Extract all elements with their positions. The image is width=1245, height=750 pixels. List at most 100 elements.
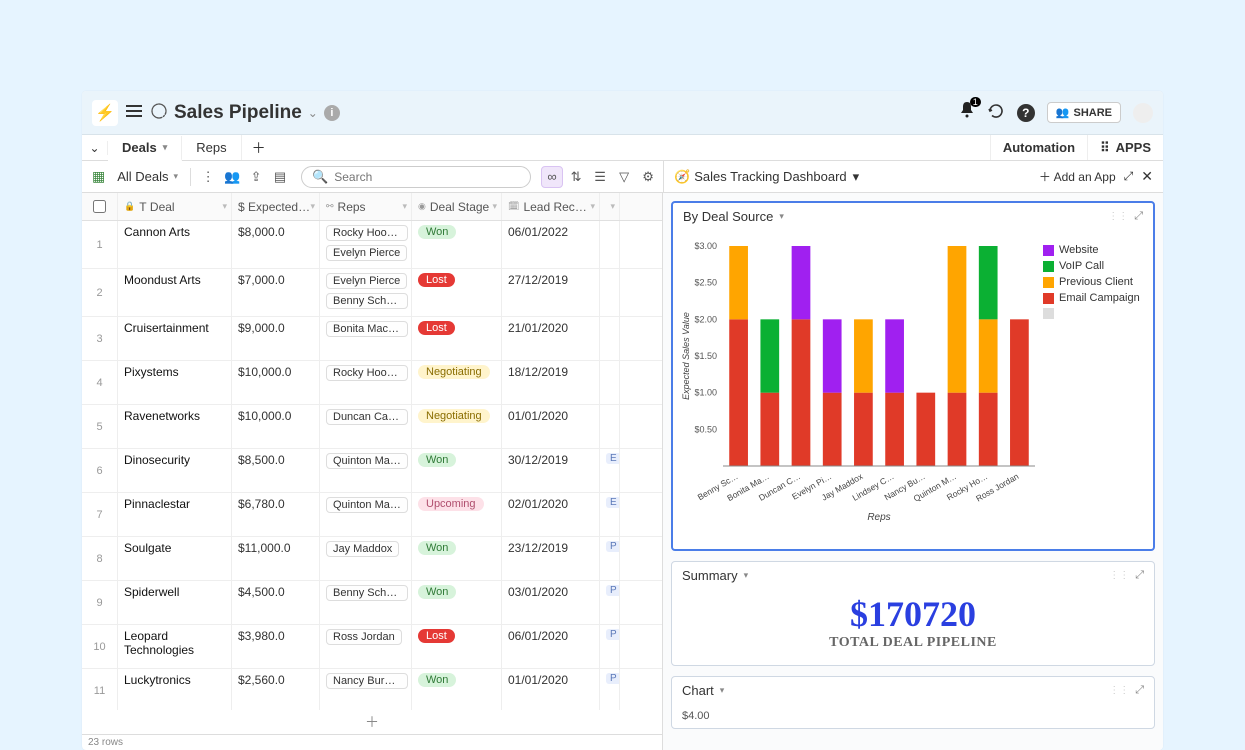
history-icon[interactable] bbox=[987, 102, 1005, 123]
table-row[interactable]: 8 Soulgate $11,000.0 Jay Maddox Won 23/1… bbox=[82, 537, 662, 581]
cell-date[interactable]: 27/12/2019 bbox=[502, 269, 600, 316]
table-row[interactable]: 4 Pixystems $10,000.0 Rocky Hooper Negot… bbox=[82, 361, 662, 405]
cell-stage[interactable]: Upcoming bbox=[412, 493, 502, 536]
share-button[interactable]: 👥 SHARE bbox=[1047, 102, 1121, 123]
apps-button[interactable]: ⠿ APPS bbox=[1087, 135, 1163, 160]
search-input-wrapper[interactable]: 🔍 bbox=[301, 166, 531, 188]
column-header-expected[interactable]: $ Expected … ▾ bbox=[232, 193, 320, 220]
cell-date[interactable]: 03/01/2020 bbox=[502, 581, 600, 624]
group-icon[interactable]: ☰ bbox=[589, 166, 611, 188]
notifications-bell-icon[interactable]: 1 bbox=[959, 101, 975, 124]
column-header-source[interactable]: ▾ bbox=[600, 193, 620, 220]
export-icon[interactable]: ⇪ bbox=[245, 166, 267, 188]
expand-icon[interactable]: ⤢ bbox=[1135, 684, 1144, 697]
cell-source[interactable] bbox=[600, 269, 620, 316]
cell-deal[interactable]: Leopard Technologies bbox=[118, 625, 232, 668]
cell-deal[interactable]: Spiderwell bbox=[118, 581, 232, 624]
drag-handle-icon[interactable]: ⋮⋮ bbox=[1109, 570, 1129, 581]
rep-chip[interactable]: Ross Jordan bbox=[326, 629, 402, 645]
column-header-stage[interactable]: ◉ Deal Stage ▾ bbox=[412, 193, 502, 220]
search-input[interactable] bbox=[334, 170, 520, 184]
table-row[interactable]: 10 Leopard Technologies $3,980.0 Ross Jo… bbox=[82, 625, 662, 669]
cell-stage[interactable]: Won bbox=[412, 221, 502, 268]
rep-chip[interactable]: Rocky Hooper bbox=[326, 365, 408, 381]
collapse-left-chevron[interactable]: ⌄ bbox=[82, 141, 108, 155]
rep-chip[interactable]: Rocky Hooper bbox=[326, 225, 408, 241]
cell-reps[interactable]: Duncan Castro bbox=[320, 405, 412, 448]
dashboard-card-summary[interactable]: Summary ▾ ⋮⋮ ⤢ $170720 TOTAL DEAL PIPELI… bbox=[671, 561, 1155, 666]
cell-stage[interactable]: Negotiating bbox=[412, 361, 502, 404]
rep-chip[interactable]: Evelyn Pierce bbox=[326, 245, 407, 261]
cell-stage[interactable]: Won bbox=[412, 581, 502, 624]
cell-expected[interactable]: $10,000.0 bbox=[232, 361, 320, 404]
cell-date[interactable]: 30/12/2019 bbox=[502, 449, 600, 492]
cell-expected[interactable]: $7,000.0 bbox=[232, 269, 320, 316]
cell-stage[interactable]: Negotiating bbox=[412, 405, 502, 448]
chevron-down-icon[interactable]: ▾ bbox=[779, 211, 784, 222]
collaborator-icon[interactable]: 👥 bbox=[221, 166, 243, 188]
column-header-deal[interactable]: 🔒 T Deal ▾ bbox=[118, 193, 232, 220]
cell-deal[interactable]: Dinosecurity bbox=[118, 449, 232, 492]
chevron-down-icon[interactable]: ▾ bbox=[402, 201, 407, 212]
cell-source[interactable]: P bbox=[600, 669, 620, 710]
cell-deal[interactable]: Pinnaclestar bbox=[118, 493, 232, 536]
drag-handle-icon[interactable]: ⋮⋮ bbox=[1108, 211, 1128, 222]
table-row[interactable]: 6 Dinosecurity $8,500.0 Quinton Marti… W… bbox=[82, 449, 662, 493]
filter-icon[interactable]: ▽ bbox=[613, 166, 635, 188]
rep-chip[interactable]: Nancy Burnett bbox=[326, 673, 408, 689]
cell-date[interactable]: 06/01/2020 bbox=[502, 625, 600, 668]
cell-date[interactable]: 21/01/2020 bbox=[502, 317, 600, 360]
column-header-reps[interactable]: ⚯ Reps ▾ bbox=[320, 193, 412, 220]
cell-date[interactable]: 06/01/2022 bbox=[502, 221, 600, 268]
chevron-down-icon[interactable]: ▾ bbox=[610, 201, 615, 212]
expand-icon[interactable]: ⤢ bbox=[1124, 169, 1134, 184]
table-row[interactable]: 7 Pinnaclestar $6,780.0 Quinton Marti… U… bbox=[82, 493, 662, 537]
cell-stage[interactable]: Won bbox=[412, 669, 502, 710]
dashboard-card-chart2[interactable]: Chart ▾ ⋮⋮ ⤢ $4.00 bbox=[671, 676, 1155, 729]
sort-icon[interactable]: ⇅ bbox=[565, 166, 587, 188]
card-view-icon[interactable]: ▤ bbox=[269, 166, 291, 188]
cell-source[interactable]: E bbox=[600, 449, 620, 492]
cell-reps[interactable]: Bonita Macdo… bbox=[320, 317, 412, 360]
tab-deals[interactable]: Deals▾ bbox=[108, 136, 182, 161]
more-icon[interactable]: ⋮ bbox=[197, 166, 219, 188]
cell-deal[interactable]: Moondust Arts bbox=[118, 269, 232, 316]
cell-expected[interactable]: $6,780.0 bbox=[232, 493, 320, 536]
cell-expected[interactable]: $2,560.0 bbox=[232, 669, 320, 710]
rep-chip[interactable]: Benny Schwartz bbox=[326, 293, 408, 309]
cell-deal[interactable]: Cruisertainment bbox=[118, 317, 232, 360]
cell-source[interactable]: E bbox=[600, 493, 620, 536]
table-row[interactable]: 1 Cannon Arts $8,000.0 Rocky HooperEvely… bbox=[82, 221, 662, 269]
cell-source[interactable]: P bbox=[600, 625, 620, 668]
cell-stage[interactable]: Won bbox=[412, 537, 502, 580]
chevron-down-icon[interactable]: ▾ bbox=[744, 570, 749, 581]
cell-source[interactable] bbox=[600, 317, 620, 360]
automation-button[interactable]: Automation bbox=[990, 135, 1087, 160]
cell-reps[interactable]: Benny Schwartz bbox=[320, 581, 412, 624]
cell-deal[interactable]: Ravenetworks bbox=[118, 405, 232, 448]
add-app-button[interactable]: ＋ Add an App bbox=[1039, 168, 1116, 185]
cell-reps[interactable]: Jay Maddox bbox=[320, 537, 412, 580]
add-tab-button[interactable]: ＋ bbox=[242, 138, 276, 158]
chevron-down-icon[interactable]: ▾ bbox=[310, 201, 315, 212]
cell-expected[interactable]: $11,000.0 bbox=[232, 537, 320, 580]
settings-icon[interactable]: ⚙ bbox=[637, 166, 659, 188]
rep-chip[interactable]: Benny Schwartz bbox=[326, 585, 408, 601]
cell-source[interactable] bbox=[600, 221, 620, 268]
cell-date[interactable]: 18/12/2019 bbox=[502, 361, 600, 404]
cell-stage[interactable]: Lost bbox=[412, 625, 502, 668]
rep-chip[interactable]: Bonita Macdo… bbox=[326, 321, 408, 337]
cell-expected[interactable]: $10,000.0 bbox=[232, 405, 320, 448]
cell-reps[interactable]: Rocky Hooper Evelyn Pierce bbox=[320, 221, 412, 268]
add-row-button[interactable]: ＋ bbox=[82, 710, 662, 734]
cell-source[interactable] bbox=[600, 405, 620, 448]
table-row[interactable]: 11 Luckytronics $2,560.0 Nancy Burnett W… bbox=[82, 669, 662, 710]
select-all-checkbox[interactable] bbox=[93, 200, 106, 213]
rep-chip[interactable]: Quinton Marti… bbox=[326, 453, 408, 469]
row-checkbox-header[interactable] bbox=[82, 193, 118, 220]
info-icon[interactable]: i bbox=[324, 105, 340, 121]
cell-source[interactable] bbox=[600, 361, 620, 404]
chevron-down-icon[interactable]: ▾ bbox=[720, 685, 725, 696]
column-header-lead-received[interactable]: 🗓 Lead Receive… ▾ bbox=[502, 193, 600, 220]
cell-reps[interactable]: Nancy Burnett bbox=[320, 669, 412, 710]
